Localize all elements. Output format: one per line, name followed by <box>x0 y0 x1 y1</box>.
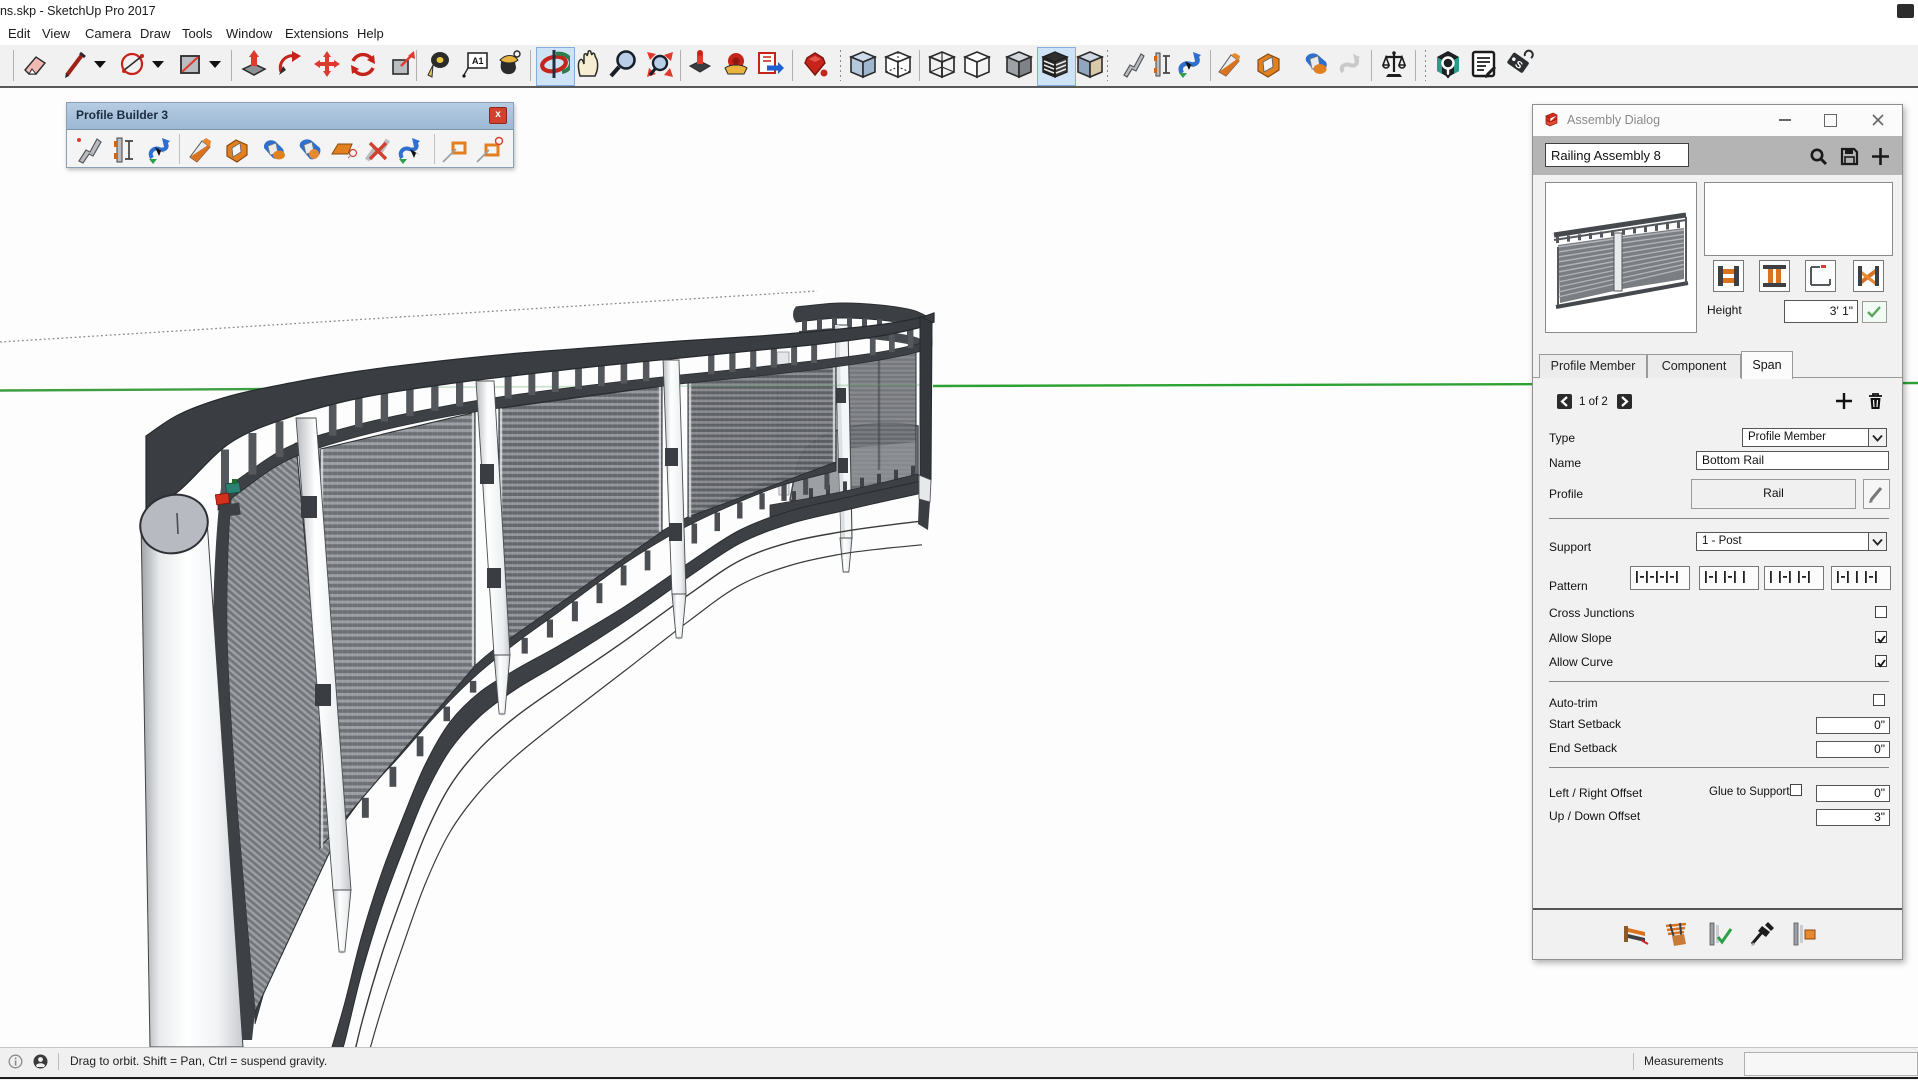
svg-text:A1: A1 <box>472 56 484 66</box>
